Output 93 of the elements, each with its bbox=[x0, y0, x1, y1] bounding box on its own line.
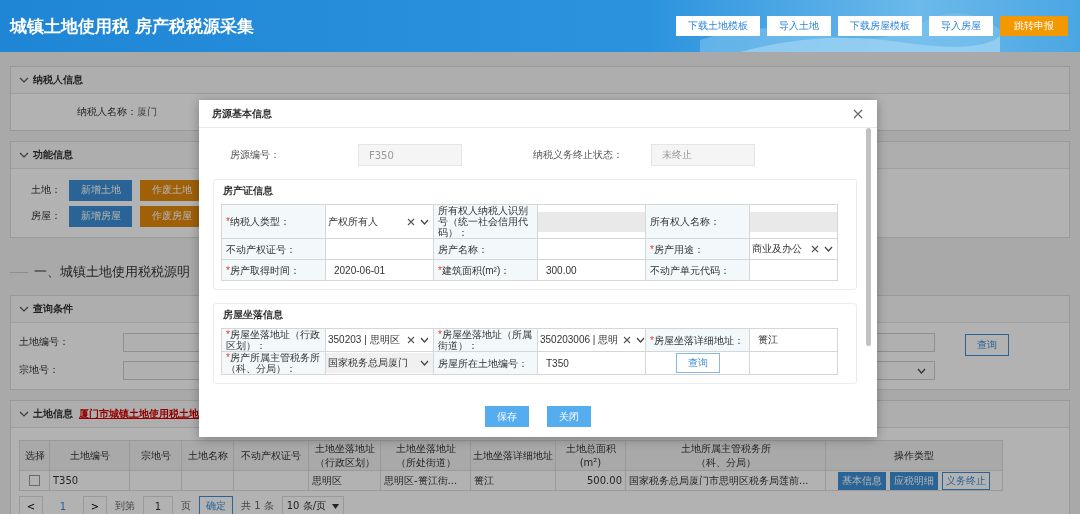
column-header: 土地坐落详细地址 bbox=[470, 440, 556, 471]
field-label: *房屋坐落详细地址： bbox=[650, 334, 744, 346]
field-value: 厦门 bbox=[137, 106, 157, 117]
field-label: 土地： bbox=[31, 183, 61, 197]
select-field[interactable]: 商业及办公 bbox=[750, 239, 837, 259]
search-button[interactable]: 查询 bbox=[965, 334, 1009, 356]
panel-title: 查询条件 bbox=[33, 302, 73, 316]
select-field[interactable]: 国家税务总局厦门 bbox=[326, 353, 433, 373]
field-label: *房屋坐落地址（所属街道）： bbox=[438, 329, 532, 351]
clear-icon bbox=[811, 245, 819, 253]
field-label: *纳税人类型： bbox=[226, 216, 290, 227]
input-field[interactable]: 篑江 bbox=[750, 330, 837, 350]
field-label: *房产取得时间： bbox=[226, 264, 300, 276]
column-header: 土地总面积(m²) bbox=[555, 440, 626, 471]
page-size-select[interactable]: 10 条/页 bbox=[281, 496, 344, 514]
header-button[interactable]: 导入土地 bbox=[767, 16, 831, 36]
caret-down-icon bbox=[420, 337, 429, 343]
column-header: 土地名称 bbox=[181, 440, 234, 471]
close-icon[interactable] bbox=[853, 108, 863, 119]
caret-down-icon bbox=[824, 246, 833, 252]
column-header: 选择 bbox=[19, 440, 50, 471]
header-button[interactable]: 导入房屋 bbox=[929, 16, 993, 36]
chevron-down-icon bbox=[19, 306, 29, 312]
input-field[interactable]: F350 bbox=[358, 144, 462, 166]
input-field[interactable]: T350 bbox=[538, 353, 645, 373]
select-field[interactable]: 350203 | 思明区 bbox=[326, 330, 433, 350]
chevron-down-icon bbox=[19, 411, 29, 417]
field-label: 不动产权证号： bbox=[226, 243, 296, 255]
field-label: 宗地号： bbox=[19, 363, 60, 377]
column-header: 土地坐落地址（所处街道） bbox=[380, 440, 471, 471]
pager-label: 页 bbox=[181, 499, 191, 513]
field-label: *房产所属主管税务所（科、分局）： bbox=[226, 352, 320, 374]
select-field[interactable]: 350203006 | 思明 bbox=[538, 330, 645, 350]
chevron-down-icon bbox=[19, 77, 29, 83]
panel-title: 功能信息 bbox=[33, 148, 73, 162]
previous-page-button[interactable]: < bbox=[19, 496, 43, 514]
caret-down-icon bbox=[917, 367, 926, 374]
field-label: *房屋坐落地址（行政区划）： bbox=[226, 329, 320, 351]
panel-title: 土地信息 bbox=[33, 407, 73, 421]
action-button[interactable]: 新增土地 bbox=[69, 179, 132, 201]
field-label: 房产名称： bbox=[438, 243, 488, 255]
field-label: *建筑面积(m²)： bbox=[438, 264, 511, 276]
field-label: 纳税人名称： bbox=[77, 106, 137, 117]
header-button[interactable]: 下载房屋模板 bbox=[838, 16, 922, 36]
field-label: 房源编号： bbox=[229, 148, 281, 162]
app-title: 城镇土地使用税 房产税税源采集 bbox=[10, 14, 254, 38]
total-count: 共 1 条 bbox=[241, 499, 274, 513]
group-title: 房屋坐落信息 bbox=[223, 308, 283, 322]
field-label: 纳税义务终止状态： bbox=[533, 148, 624, 162]
header-button[interactable]: 跳转申报 bbox=[1000, 16, 1068, 36]
group-title: 房产证信息 bbox=[223, 184, 273, 198]
column-header: 土地编号 bbox=[49, 440, 130, 471]
query-button[interactable]: 查询 bbox=[675, 353, 720, 373]
scrollbar[interactable] bbox=[866, 128, 871, 346]
row-action-button[interactable]: 应税明细 bbox=[890, 471, 938, 490]
clear-icon bbox=[623, 336, 632, 344]
field-label: 不动产单元代码： bbox=[650, 264, 730, 276]
dialog-title: 房源基本信息 bbox=[212, 106, 272, 121]
field-label: *房产用途： bbox=[650, 243, 704, 255]
field-label: 所有权人名称： bbox=[650, 216, 720, 227]
chevron-down-icon bbox=[19, 152, 29, 158]
action-button[interactable]: 新增房屋 bbox=[69, 205, 132, 227]
next-page-button[interactable]: > bbox=[83, 496, 107, 514]
pager-label: 到第 bbox=[115, 499, 135, 513]
input-field[interactable]: 300.00 bbox=[538, 260, 645, 280]
column-header: 操作类型 bbox=[825, 440, 1003, 471]
panel-title: 纳税人信息 bbox=[33, 73, 83, 87]
clear-icon bbox=[407, 217, 415, 226]
caret-down-icon bbox=[332, 503, 339, 509]
row-action-button[interactable]: 基本信息 bbox=[838, 471, 886, 490]
checkbox[interactable] bbox=[29, 475, 40, 487]
column-header: 土地所属主管税务所（科、分局） bbox=[625, 440, 826, 471]
caret-down-icon bbox=[420, 360, 429, 366]
clear-icon bbox=[407, 336, 415, 344]
column-header: 土地坐落地址（行政区划） bbox=[308, 440, 381, 471]
field-label: 房屋： bbox=[31, 209, 61, 223]
field-label: 土地编号： bbox=[19, 335, 70, 349]
row-action-button[interactable]: 义务终止 bbox=[942, 471, 990, 490]
page-input[interactable]: 1 bbox=[143, 496, 173, 514]
column-header: 宗地号 bbox=[129, 440, 182, 471]
header-button[interactable]: 下载土地模板 bbox=[676, 16, 760, 36]
input-field[interactable]: 2020-06-01 bbox=[326, 260, 433, 280]
field-label: 房屋所在土地编号： bbox=[438, 357, 528, 369]
caret-down-icon bbox=[636, 337, 646, 343]
link[interactable]: 厦门市城镇土地使用税土地 bbox=[79, 407, 199, 421]
caret-down-icon bbox=[420, 218, 429, 225]
field-label: 所有权人纳税人识别号（统一社会信用代码）： bbox=[438, 205, 528, 238]
section-heading: 一、城镇土地使用税税源明 bbox=[34, 263, 190, 281]
dialog-button[interactable]: 关闭 bbox=[547, 406, 591, 427]
column-header: 不动产权证号 bbox=[233, 440, 309, 471]
input-field[interactable]: 未终止 bbox=[651, 144, 755, 166]
dialog-button[interactable]: 保存 bbox=[485, 406, 529, 427]
confirm-button[interactable]: 确定 bbox=[199, 496, 233, 514]
